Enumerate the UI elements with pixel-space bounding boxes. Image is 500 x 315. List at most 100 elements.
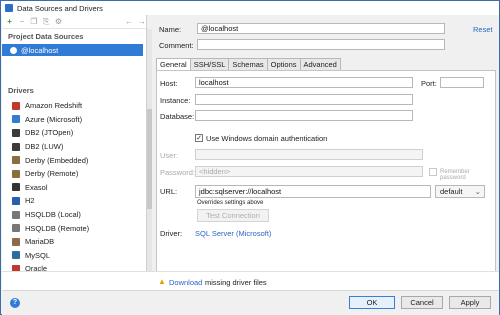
app-icon	[5, 4, 13, 12]
windows-auth-label: Use Windows domain authentication	[206, 134, 328, 143]
driver-item[interactable]: Derby (Remote)	[2, 167, 142, 181]
copy-icon[interactable]: ⎘	[43, 17, 50, 26]
port-label: Port:	[421, 79, 437, 88]
left-panel: + − ❐ ⎘ ⚙ ← → Project Data Sources @loca…	[2, 15, 147, 289]
driver-icon	[12, 169, 20, 178]
driver-icon	[12, 183, 20, 192]
driver-label: HSQLDB (Remote)	[25, 223, 90, 233]
drivers-list: Amazon Redshift Azure (Microsoft) DB2 (JTO…	[2, 99, 142, 289]
data-source-label: @localhost	[21, 45, 59, 55]
driver-label: DB2 (JTOpen)	[25, 128, 74, 138]
driver-label: Azure (Microsoft)	[25, 114, 83, 124]
driver-label: Derby (Embedded)	[25, 155, 89, 165]
password-label: Password:	[160, 168, 196, 177]
driver-link[interactable]: SQL Server (Microsoft)	[195, 229, 271, 238]
driver-label: MariaDB	[25, 237, 55, 247]
tab-schemas[interactable]: Schemas	[228, 58, 268, 70]
host-label: Host:	[160, 79, 178, 88]
driver-label: Driver:	[160, 229, 183, 238]
tab-general[interactable]: General	[156, 58, 191, 70]
remember-password-label: Remember password	[440, 169, 470, 181]
user-field	[195, 149, 423, 160]
tab-options[interactable]: Options	[266, 58, 301, 70]
driver-label: Exasol	[25, 182, 48, 192]
data-source-localhost[interactable]: @localhost	[2, 44, 143, 56]
settings-icon[interactable]: ⚙	[55, 17, 62, 26]
instance-label: Instance:	[160, 96, 191, 105]
driver-item[interactable]: MariaDB	[2, 235, 142, 249]
driver-item[interactable]: Azure (Microsoft)	[2, 113, 142, 127]
ok-button[interactable]: OK	[349, 296, 395, 309]
tab-ssh-ssl[interactable]: SSH/SSL	[189, 58, 230, 70]
reset-link[interactable]: Reset	[473, 25, 493, 34]
add-icon[interactable]: +	[6, 17, 13, 26]
driver-icon	[12, 115, 20, 124]
driver-item[interactable]: HSQLDB (Local)	[2, 208, 142, 222]
comment-label: Comment:	[159, 41, 194, 50]
driver-item[interactable]: Amazon Redshift	[2, 99, 142, 113]
driver-label: HSQLDB (Local)	[25, 210, 81, 220]
driver-item[interactable]: MySQL	[2, 249, 142, 263]
warning-icon: ▲	[158, 277, 166, 286]
url-mode-value: default	[440, 187, 463, 196]
instance-field[interactable]	[195, 94, 413, 105]
left-scrollbar[interactable]	[147, 29, 152, 289]
tab-advanced[interactable]: Advanced	[299, 58, 341, 70]
help-icon[interactable]: ?	[10, 298, 20, 308]
driver-item[interactable]: H2	[2, 194, 142, 208]
port-field[interactable]	[440, 77, 484, 88]
remove-icon[interactable]: −	[18, 17, 25, 26]
forward-arrow-icon[interactable]: →	[138, 17, 146, 26]
right-panel: Name: @localhost Reset Comment: General …	[153, 15, 499, 289]
missing-driver-warning: ▲ Download missing driver files	[2, 271, 499, 290]
bottom-bar: ? OK Cancel Apply	[2, 290, 499, 315]
project-data-sources-heading: Project Data Sources	[8, 32, 84, 41]
back-arrow-icon[interactable]: ←	[125, 17, 133, 26]
driver-label: MySQL	[25, 250, 51, 260]
driver-item[interactable]: HSQLDB (Remote)	[2, 221, 142, 235]
tabs: General SSH/SSL Schemas Options Advanced	[156, 58, 341, 70]
driver-icon	[12, 251, 20, 260]
url-mode-select[interactable]: default ⌄	[435, 185, 485, 198]
left-toolbar: + − ❐ ⎘ ⚙ ← →	[2, 15, 146, 29]
comment-field[interactable]	[197, 39, 445, 50]
name-field[interactable]: @localhost	[197, 23, 445, 34]
scroll-thumb[interactable]	[147, 109, 152, 209]
driver-icon	[12, 237, 20, 246]
warning-text: missing driver files	[205, 278, 267, 287]
driver-icon	[12, 196, 20, 205]
driver-icon	[12, 156, 20, 165]
driver-icon	[12, 128, 20, 137]
driver-label: DB2 (LUW)	[25, 142, 64, 152]
chevron-down-icon: ⌄	[474, 187, 481, 196]
host-field[interactable]: localhost	[195, 77, 413, 88]
driver-item[interactable]: Exasol	[2, 181, 142, 195]
driver-icon	[12, 210, 20, 219]
database-label: Database:	[160, 112, 195, 121]
data-sources-dialog: Data Sources and Drivers + − ❐ ⎘ ⚙ ← → P…	[0, 0, 500, 315]
overrides-note: Overrides settings above	[197, 200, 264, 206]
windows-auth-checkbox[interactable]: ✓	[195, 134, 203, 142]
driver-item[interactable]: DB2 (LUW)	[2, 140, 142, 154]
driver-item[interactable]: DB2 (JTOpen)	[2, 126, 142, 140]
title-bar: Data Sources and Drivers	[1, 1, 499, 15]
database-field[interactable]	[195, 110, 413, 121]
apply-button[interactable]: Apply	[449, 296, 491, 309]
remember-password-checkbox	[429, 168, 437, 176]
drivers-heading: Drivers	[8, 86, 34, 95]
window-title: Data Sources and Drivers	[17, 3, 103, 13]
driver-icon	[12, 142, 20, 151]
test-connection-button[interactable]: Test Connection	[197, 209, 269, 222]
general-tab-panel: Host: localhost Port: Instance: Database…	[156, 70, 496, 274]
database-icon	[10, 46, 17, 54]
driver-icon	[12, 224, 20, 233]
duplicate-icon[interactable]: ❐	[30, 17, 37, 26]
driver-item[interactable]: Derby (Embedded)	[2, 153, 142, 167]
url-label: URL:	[160, 187, 178, 196]
cancel-button[interactable]: Cancel	[401, 296, 443, 309]
download-link[interactable]: Download	[169, 278, 202, 287]
driver-label: Amazon Redshift	[25, 101, 83, 111]
driver-label: Derby (Remote)	[25, 169, 79, 179]
user-label: User:	[160, 151, 178, 160]
url-field[interactable]: jdbc:sqlserver://localhost	[195, 185, 431, 198]
